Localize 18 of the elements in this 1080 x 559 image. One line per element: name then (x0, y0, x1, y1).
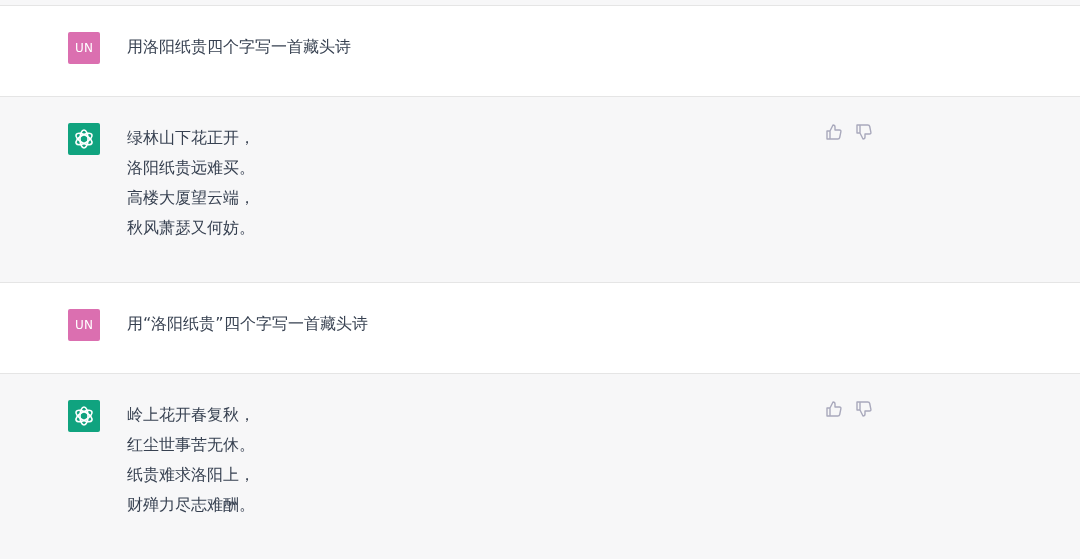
thumbs-up-icon[interactable] (825, 400, 843, 418)
prompt-text: 用洛阳纸贵四个字写一首藏头诗 (127, 36, 352, 58)
assistant-logo-icon (68, 123, 100, 155)
poem-line: 绿林山下花正开， (127, 127, 256, 149)
poem-line: 红尘世事苦无休。 (127, 434, 256, 456)
poem-line: 洛阳纸贵远难买。 (127, 157, 256, 179)
prompt-text: 用“洛阳纸贵”四个字写一首藏头诗 (127, 313, 369, 335)
assistant-logo-icon (68, 400, 100, 432)
poem-line: 高楼大厦望云端， (127, 187, 256, 209)
thumbs-down-icon[interactable] (855, 123, 873, 141)
user-avatar: UN (68, 309, 100, 341)
poem-line: 财殚力尽志难酬。 (127, 494, 256, 516)
thumbs-up-icon[interactable] (825, 123, 843, 141)
poem-line: 纸贵难求洛阳上， (127, 464, 256, 486)
poem-line: 岭上花开春复秋， (127, 404, 256, 426)
user-avatar: UN (68, 32, 100, 64)
poem-line: 秋风萧瑟又何妨。 (127, 217, 256, 239)
thumbs-down-icon[interactable] (855, 400, 873, 418)
